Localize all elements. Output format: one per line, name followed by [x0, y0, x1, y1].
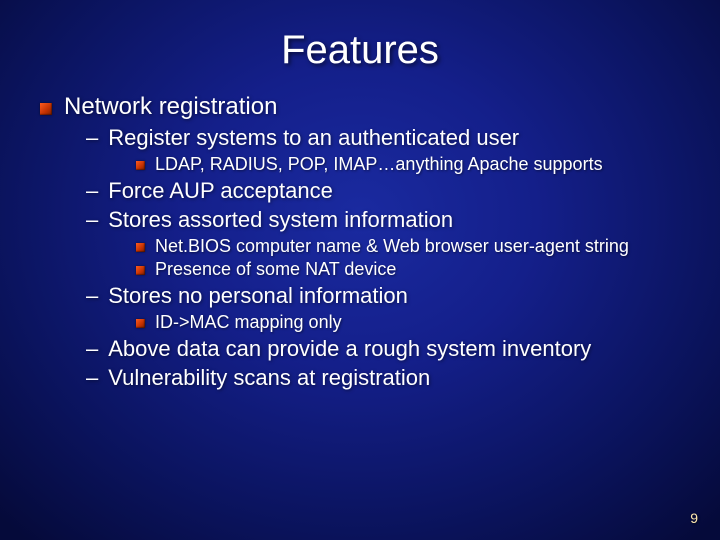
square-bullet-icon [136, 319, 145, 328]
bullet-level3: Presence of some NAT device [136, 259, 700, 280]
page-number: 9 [690, 510, 698, 526]
dash-icon: – [86, 207, 98, 233]
dash-icon: – [86, 365, 98, 391]
level2-text: Register systems to an authenticated use… [108, 125, 519, 151]
level2-text: Vulnerability scans at registration [108, 365, 430, 391]
level2-text: Force AUP acceptance [108, 178, 333, 204]
slide-title: Features [0, 0, 720, 89]
bullet-level2: – Stores no personal information [86, 283, 700, 309]
bullet-level3: Net.BIOS computer name & Web browser use… [136, 236, 700, 257]
level3-text: LDAP, RADIUS, POP, IMAP…anything Apache … [155, 154, 603, 175]
square-bullet-icon [136, 266, 145, 275]
bullet-level2: – Register systems to an authenticated u… [86, 125, 700, 151]
level3-text: ID->MAC mapping only [155, 312, 342, 333]
dash-icon: – [86, 336, 98, 362]
dash-icon: – [86, 283, 98, 309]
bullet-level1: Network registration [40, 93, 700, 121]
bullet-level2: – Force AUP acceptance [86, 178, 700, 204]
level2-text: Stores assorted system information [108, 207, 453, 233]
slide-content: Network registration – Register systems … [0, 93, 720, 391]
square-bullet-icon [136, 161, 145, 170]
bullet-level2: – Above data can provide a rough system … [86, 336, 700, 362]
slide: Features Network registration – Register… [0, 0, 720, 540]
bullet-level3: LDAP, RADIUS, POP, IMAP…anything Apache … [136, 154, 700, 175]
dash-icon: – [86, 178, 98, 204]
level2-text: Above data can provide a rough system in… [108, 336, 591, 362]
dash-icon: – [86, 125, 98, 151]
level1-text: Network registration [64, 93, 277, 121]
bullet-level3: ID->MAC mapping only [136, 312, 700, 333]
bullet-level2: – Vulnerability scans at registration [86, 365, 700, 391]
level3-text: Net.BIOS computer name & Web browser use… [155, 236, 629, 257]
bullet-level2: – Stores assorted system information [86, 207, 700, 233]
square-bullet-icon [40, 103, 52, 115]
level2-text: Stores no personal information [108, 283, 408, 309]
square-bullet-icon [136, 243, 145, 252]
level3-text: Presence of some NAT device [155, 259, 396, 280]
